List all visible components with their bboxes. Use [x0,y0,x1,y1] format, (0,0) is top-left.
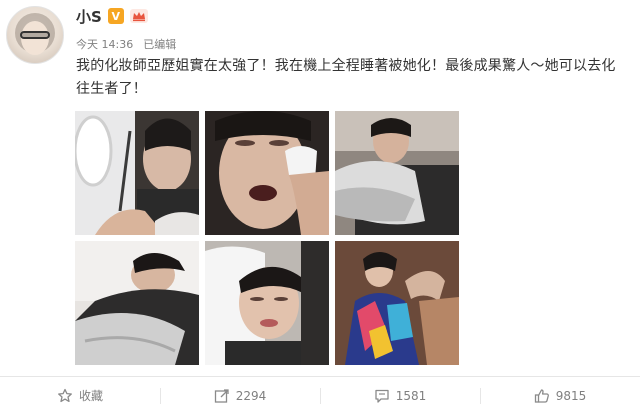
photo-6[interactable] [335,241,459,365]
like-count: 9815 [555,388,587,403]
thumbs-up-icon [534,388,550,404]
photo-5[interactable] [205,241,329,365]
photo-4[interactable] [75,241,199,365]
post-meta: 今天 14:36 已编辑 [76,36,176,52]
verified-badge-icon[interactable]: V [107,8,124,24]
weibo-post: 小S V 今天 14:36 已编辑 我的化妝師亞歷姐實在太強了！我在機上全程睡著… [0,0,640,414]
comment-button[interactable]: 1581 [320,377,480,414]
comment-icon [374,388,390,404]
favorite-button[interactable]: 收藏 [0,377,160,414]
star-icon [57,388,73,404]
post-text: 我的化妝師亞歷姐實在太強了！我在機上全程睡著被她化！最後成果驚人～她可以去化往生… [76,58,616,97]
photo-2[interactable] [205,111,329,235]
edited-label[interactable]: 已编辑 [143,36,176,52]
action-bar: 收藏 2294 1581 9815 [0,377,640,414]
photo-1[interactable] [75,111,199,235]
repost-button[interactable]: 2294 [160,377,320,414]
name-row: 小S V [76,6,148,26]
post-time[interactable]: 今天 14:36 [76,36,133,52]
share-icon [214,388,230,404]
avatar-glasses [20,31,50,39]
repost-count: 2294 [235,388,267,403]
photo-3[interactable] [335,111,459,235]
username[interactable]: 小S [76,6,102,27]
photo-grid [75,111,459,365]
crown-icon[interactable] [129,9,148,23]
like-button[interactable]: 9815 [480,377,640,414]
comment-count: 1581 [395,388,427,403]
avatar[interactable] [6,6,64,64]
favorite-label: 收藏 [78,389,103,403]
